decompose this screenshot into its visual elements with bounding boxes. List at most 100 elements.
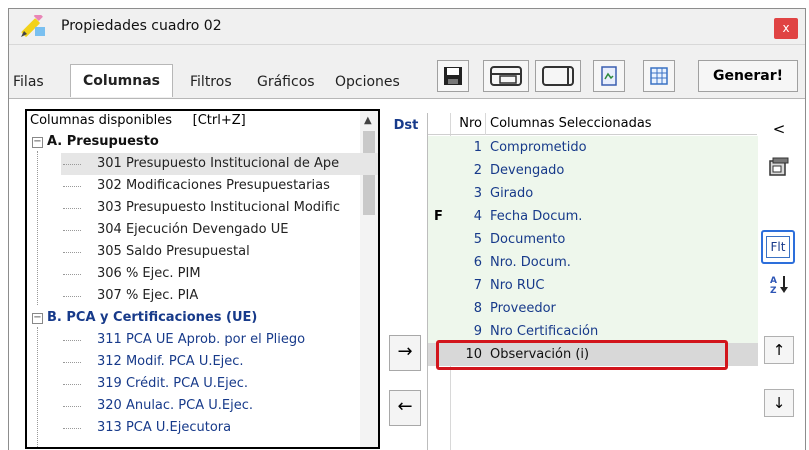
list-item[interactable]: 1 Comprometido bbox=[428, 136, 758, 159]
filter-button[interactable]: Flt bbox=[766, 236, 790, 258]
tree-item-label: 307 % Ejec. PIA bbox=[97, 288, 199, 303]
scroll-up-icon[interactable]: ▲ bbox=[364, 115, 372, 126]
sort-button[interactable]: A Z bbox=[764, 271, 794, 299]
group-label: B. PCA y Certificaciones (UE) bbox=[47, 310, 258, 325]
tree-guide-line bbox=[37, 151, 38, 305]
tree-item-label: 312 Modif. PCA U.Ejec. bbox=[97, 354, 244, 369]
dst-button[interactable]: Dst bbox=[390, 115, 422, 137]
tree-item[interactable]: 302 Modificaciones Presupuestarias bbox=[61, 175, 378, 197]
layout-single-icon bbox=[542, 66, 574, 86]
selected-columns-header: Nro Columnas Seleccionadas bbox=[428, 113, 757, 135]
document-button[interactable] bbox=[593, 60, 625, 92]
title-bar: Propiedades cuadro 02 x bbox=[9, 9, 805, 45]
highlight-box bbox=[436, 340, 728, 370]
tree-branch-line bbox=[63, 230, 81, 231]
svg-text:Z: Z bbox=[770, 286, 777, 295]
list-item[interactable]: F 4 Fecha Docum. bbox=[428, 205, 758, 228]
tree-branch-line bbox=[63, 384, 81, 385]
row-name: Girado bbox=[490, 186, 534, 201]
row-number: 4 bbox=[473, 209, 482, 224]
row-number: 8 bbox=[473, 301, 482, 316]
tree-item-label: 302 Modificaciones Presupuestarias bbox=[97, 178, 330, 193]
tree-item[interactable]: 320 Anulac. PCA U.Ejec. bbox=[61, 395, 378, 417]
tree-branch-line bbox=[63, 274, 81, 275]
tree-item[interactable]: 319 Crédit. PCA U.Ejec. bbox=[61, 373, 378, 395]
row-number: 3 bbox=[473, 186, 482, 201]
collapse-panel-button[interactable]: < bbox=[764, 116, 794, 144]
row-name: Documento bbox=[490, 232, 566, 247]
collapse-icon[interactable]: − bbox=[32, 313, 43, 324]
tab-graficos[interactable]: Gráficos bbox=[257, 69, 315, 95]
remove-column-button[interactable]: ← bbox=[389, 390, 421, 426]
move-up-button[interactable]: ↑ bbox=[764, 336, 794, 364]
tree-item[interactable]: 306 % Ejec. PIM bbox=[61, 263, 378, 285]
grid-button[interactable] bbox=[643, 60, 675, 92]
available-columns-header: Columnas disponibles [Ctrl+Z] bbox=[30, 113, 246, 128]
tree-group-a[interactable]: − A. Presupuesto bbox=[27, 131, 357, 153]
available-columns-tree[interactable]: Columnas disponibles [Ctrl+Z] ▲ − A. Pre… bbox=[25, 109, 380, 449]
header-name: Columnas Seleccionadas bbox=[490, 116, 652, 131]
tab-bar: Filas Columnas Filtros Gráficos Opciones bbox=[9, 45, 805, 99]
tab-filas[interactable]: Filas bbox=[13, 69, 44, 95]
tree-branch-line bbox=[63, 362, 81, 363]
tree-branch-line bbox=[63, 296, 81, 297]
tree-item[interactable]: 312 Modif. PCA U.Ejec. bbox=[61, 351, 378, 373]
properties-button[interactable] bbox=[764, 153, 794, 181]
move-down-button[interactable]: ↓ bbox=[764, 389, 794, 417]
tab-opciones[interactable]: Opciones bbox=[335, 69, 400, 95]
add-column-button[interactable]: → bbox=[389, 335, 421, 371]
properties-window: Propiedades cuadro 02 x Filas Columnas F… bbox=[8, 8, 806, 450]
generate-button[interactable]: Generar! bbox=[698, 60, 798, 92]
tree-branch-line bbox=[63, 252, 81, 253]
row-number: 6 bbox=[473, 255, 482, 270]
tab-filtros[interactable]: Filtros bbox=[190, 69, 232, 95]
row-number: 7 bbox=[473, 278, 482, 293]
window-title: Propiedades cuadro 02 bbox=[61, 18, 222, 34]
save-button[interactable] bbox=[437, 60, 469, 92]
tree-item-label: 304 Ejecución Devengado UE bbox=[97, 222, 289, 237]
group-label: A. Presupuesto bbox=[47, 134, 159, 149]
tree-branch-line bbox=[63, 340, 81, 341]
list-item[interactable]: 2 Devengado bbox=[428, 159, 758, 182]
tree-item[interactable]: 305 Saldo Presupuestal bbox=[61, 241, 378, 263]
tree-item-label: 311 PCA UE Aprob. por el Pliego bbox=[97, 332, 306, 347]
document-icon bbox=[601, 66, 617, 86]
tree-item[interactable]: 313 PCA U.Ejecutora bbox=[61, 417, 378, 439]
tree-item[interactable]: 301 Presupuesto Institucional de Ape bbox=[61, 153, 378, 175]
tree-group-b[interactable]: − B. PCA y Certificaciones (UE) bbox=[27, 307, 357, 329]
list-item[interactable]: 7 Nro RUC bbox=[428, 274, 758, 297]
layout-single-button[interactable] bbox=[535, 60, 581, 92]
header-no: Nro bbox=[451, 113, 486, 135]
row-name: Nro. Docum. bbox=[490, 255, 571, 270]
list-item[interactable]: 5 Documento bbox=[428, 228, 758, 251]
layout-split-button[interactable] bbox=[483, 60, 529, 92]
list-item[interactable]: 3 Girado bbox=[428, 182, 758, 205]
tree-item-label: 306 % Ejec. PIM bbox=[97, 266, 201, 281]
tree-item-label: 313 PCA U.Ejecutora bbox=[97, 420, 232, 435]
sort-az-icon: A Z bbox=[770, 276, 788, 296]
row-name: Fecha Docum. bbox=[490, 209, 583, 224]
tree-item[interactable]: 303 Presupuesto Institucional Modific bbox=[61, 197, 378, 219]
tree-item[interactable]: 307 % Ejec. PIA bbox=[61, 285, 378, 307]
pencil-app-icon bbox=[21, 15, 45, 37]
list-item[interactable]: 6 Nro. Docum. bbox=[428, 251, 758, 274]
selected-columns-list[interactable]: Nro Columnas Seleccionadas 1 Comprometido… bbox=[427, 113, 758, 450]
layout-split-icon bbox=[490, 66, 522, 86]
columns-tab-content: Columnas disponibles [Ctrl+Z] ▲ − A. Pre… bbox=[9, 98, 805, 450]
collapse-icon[interactable]: − bbox=[32, 137, 43, 148]
row-name: Nro RUC bbox=[490, 278, 545, 293]
tree-item[interactable]: 304 Ejecución Devengado UE bbox=[61, 219, 378, 241]
tree-item-label: 320 Anulac. PCA U.Ejec. bbox=[97, 398, 253, 413]
tree-item[interactable]: 311 PCA UE Aprob. por el Pliego bbox=[61, 329, 378, 351]
grid-icon bbox=[650, 67, 668, 85]
tree-item-label: 301 Presupuesto Institucional de Ape bbox=[97, 156, 340, 171]
close-button[interactable]: x bbox=[774, 18, 798, 39]
tree-branch-line bbox=[63, 164, 81, 165]
tree-item-label: 305 Saldo Presupuestal bbox=[97, 244, 250, 259]
row-number: 1 bbox=[473, 140, 482, 155]
tab-columnas[interactable]: Columnas bbox=[70, 64, 173, 97]
tree-item-label: 319 Crédit. PCA U.Ejec. bbox=[97, 376, 248, 391]
list-item[interactable]: 8 Proveedor bbox=[428, 297, 758, 320]
tree-branch-line bbox=[63, 428, 81, 429]
row-flag: F bbox=[434, 209, 443, 224]
